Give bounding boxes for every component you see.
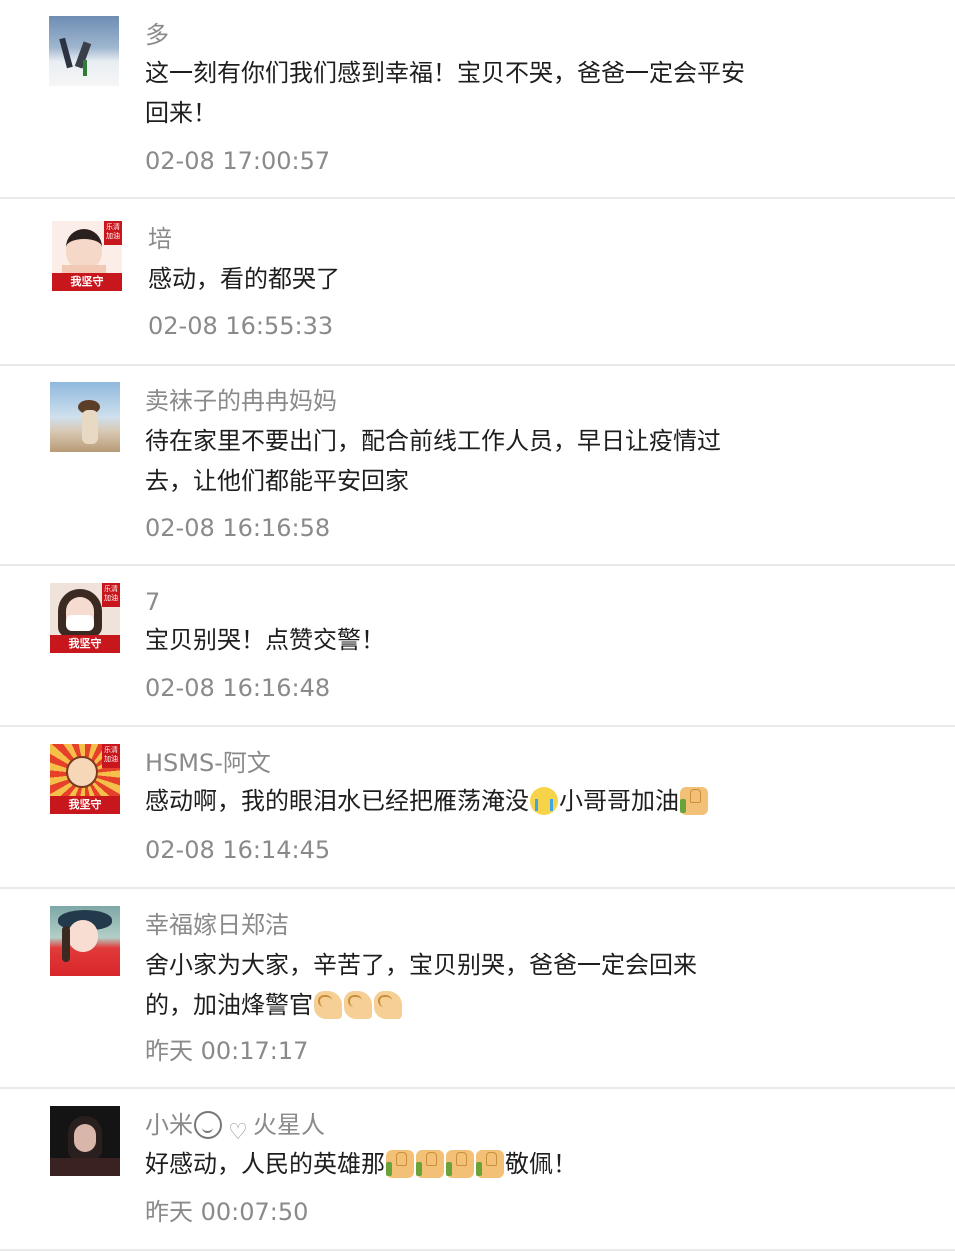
comment-text-part: 好感动，人民的英雄那 (145, 1150, 385, 1178)
thumbs-up-icon (386, 1150, 414, 1178)
crying-face-icon (530, 787, 558, 815)
badge-corner: 乐清加油 (104, 221, 122, 245)
comment-item: 小米 ♡ 火星人 好感动，人民的英雄那 敬佩！ 昨天 00:07:50 (0, 1089, 955, 1251)
avatar[interactable]: 乐清加油 我坚守 (52, 221, 122, 291)
thumbs-up-icon (416, 1150, 444, 1178)
comment-author[interactable]: 幸福嫁日郑洁 (145, 910, 289, 940)
comment-text-part: 敬佩！ (505, 1150, 577, 1178)
comment-item: 乐清加油 我坚守 7 宝贝别哭！点赞交警！ 02-08 16:16:48 (0, 566, 955, 727)
comment-text: 宝贝别哭！点赞交警！ (145, 626, 385, 654)
comment-author[interactable]: 小米 ♡ 火星人 (145, 1110, 325, 1147)
comment-item: 多 这一刻有你们我们感到幸福！宝贝不哭，爸爸一定会平安回来！ 02-08 17:… (0, 0, 955, 199)
badge-corner: 乐清加油 (102, 744, 120, 768)
thumbs-up-icon (680, 787, 708, 815)
comment-text: 舍小家为大家，辛苦了，宝贝别哭，爸爸一定会回来的，加油烽警官 (145, 945, 735, 1025)
thumbs-up-icon (476, 1150, 504, 1178)
comment-timestamp: 02-08 17:00:57 (145, 147, 331, 175)
comment-list: 多 这一刻有你们我们感到幸福！宝贝不哭，爸爸一定会平安回来！ 02-08 17:… (0, 0, 955, 1251)
comment-item: 幸福嫁日郑洁 舍小家为大家，辛苦了，宝贝别哭，爸爸一定会回来的，加油烽警官 昨天… (0, 889, 955, 1089)
avatar[interactable] (49, 16, 119, 86)
comment-author[interactable]: 培 (148, 224, 172, 254)
comment-author-part: 小米 (145, 1111, 193, 1139)
comment-author[interactable]: HSMS-阿文 (145, 748, 271, 778)
comment-timestamp: 02-08 16:14:45 (145, 836, 331, 864)
comment-author[interactable]: 卖袜子的冉冉妈妈 (145, 386, 337, 416)
avatar[interactable]: 乐清加油 我坚守 (50, 744, 120, 814)
flexed-biceps-icon (344, 991, 372, 1019)
avatar[interactable]: 乐清加油 我坚守 (50, 583, 120, 653)
comment-text: 感动，看的都哭了 (148, 265, 340, 293)
thumbs-up-icon (446, 1150, 474, 1178)
comment-timestamp: 02-08 16:16:48 (145, 674, 331, 702)
comment-author[interactable]: 多 (145, 20, 169, 50)
comment-author[interactable]: 7 (145, 587, 160, 617)
avatar[interactable] (50, 906, 120, 976)
comment-timestamp: 昨天 00:07:50 (145, 1198, 309, 1226)
comment-item: 乐清加油 我坚守 HSMS-阿文 感动啊，我的眼泪水已经把雁荡淹没 小哥哥加油 0… (0, 727, 955, 889)
comment-text: 这一刻有你们我们感到幸福！宝贝不哭，爸爸一定会平安回来！ (145, 59, 745, 127)
comment-timestamp: 02-08 16:16:58 (145, 514, 331, 542)
badge-label: 我坚守 (50, 796, 120, 814)
comment-author-part: 火星人 (253, 1111, 325, 1139)
comment-text-part: 感动啊，我的眼泪水已经把雁荡淹没 (145, 787, 529, 815)
avatar[interactable] (50, 1106, 120, 1176)
flexed-biceps-icon (314, 991, 342, 1019)
comment-text-part: 舍小家为大家，辛苦了，宝贝别哭，爸爸一定会回来的，加油烽警官 (145, 951, 697, 1019)
comment-text-part: 小哥哥加油 (559, 787, 679, 815)
comment-timestamp: 昨天 00:17:17 (145, 1037, 309, 1065)
comment-item: 乐清加油 我坚守 培 感动，看的都哭了 02-08 16:55:33 (0, 199, 955, 366)
badge-corner: 乐清加油 (102, 583, 120, 607)
comment-text: 待在家里不要出门，配合前线工作人员，早日让疫情过去，让他们都能平安回家 (145, 427, 721, 495)
badge-label: 我坚守 (52, 273, 122, 291)
comment-item: 卖袜子的冉冉妈妈 待在家里不要出门，配合前线工作人员，早日让疫情过去，让他们都能… (0, 366, 955, 566)
comment-timestamp: 02-08 16:55:33 (148, 312, 334, 340)
flexed-biceps-icon (374, 991, 402, 1019)
avatar[interactable] (50, 382, 120, 452)
comment-text: 好感动，人民的英雄那 敬佩！ (145, 1144, 785, 1184)
badge-label: 我坚守 (50, 635, 120, 653)
heart-icon: ♡ (228, 1120, 248, 1145)
winking-face-icon (194, 1111, 222, 1139)
comment-text: 感动啊，我的眼泪水已经把雁荡淹没 小哥哥加油 (145, 781, 785, 821)
